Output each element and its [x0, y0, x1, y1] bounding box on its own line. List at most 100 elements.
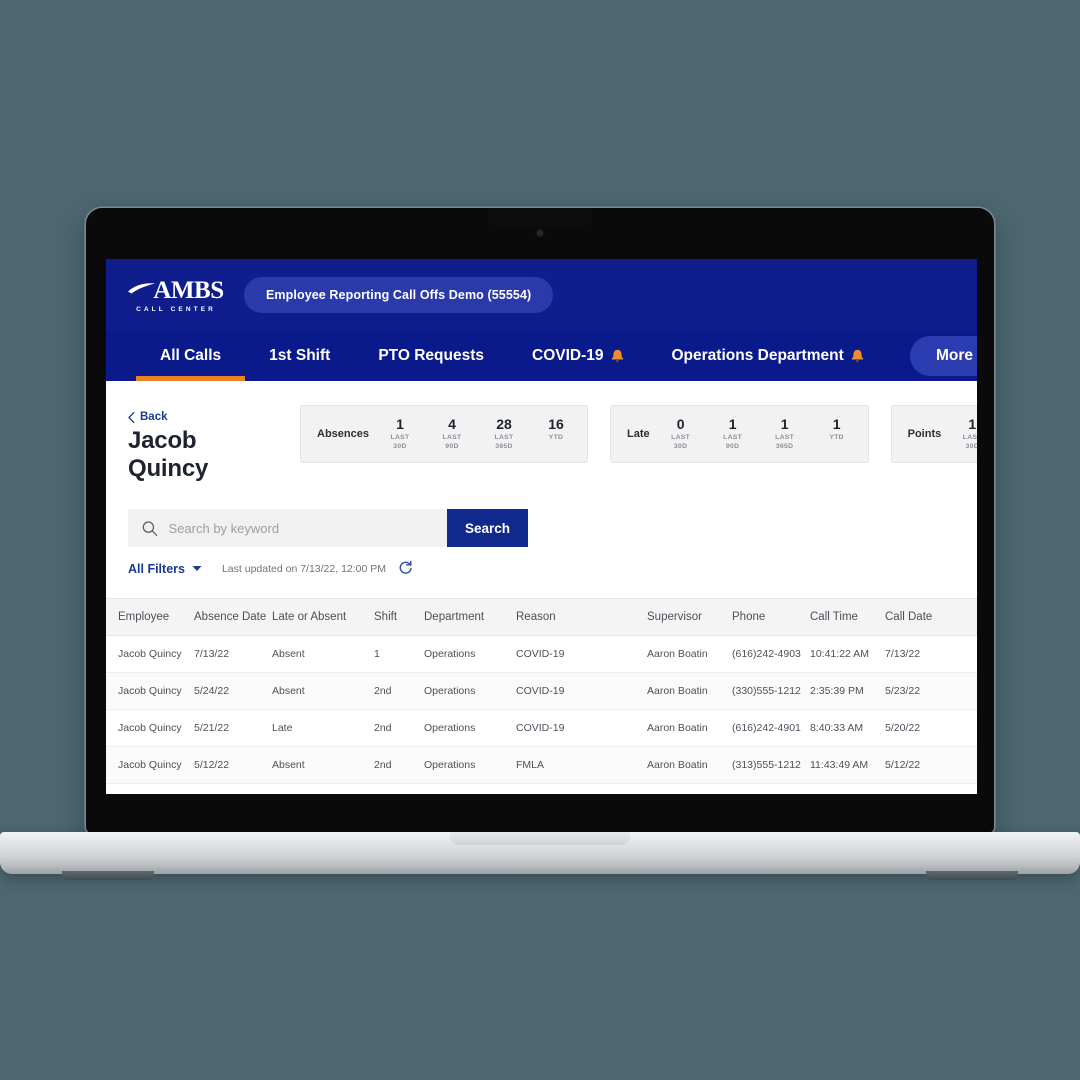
- nav-tab-operations-department[interactable]: Operations Department: [648, 331, 888, 381]
- app-header: AMBS CALL CENTER Employee Reporting Call…: [106, 259, 977, 331]
- cell-call-time: 12:34:20 PM: [810, 783, 885, 794]
- search-field[interactable]: [128, 509, 447, 547]
- search-input[interactable]: [168, 520, 447, 536]
- last-updated-text: Last updated on 7/13/22, 12:00 PM: [221, 562, 387, 575]
- column-header-department[interactable]: Department: [424, 598, 516, 636]
- cell-call-date: 5/23/22: [885, 672, 977, 710]
- cell-late-or-absent: Late: [272, 709, 374, 747]
- back-label: Back: [140, 411, 168, 423]
- table-header-row: Employee Absence Date Late or Absent Shi…: [106, 598, 977, 636]
- stat-metric-period: LAST 30D: [962, 434, 977, 450]
- column-header-late-or-absent[interactable]: Late or Absent: [272, 598, 374, 636]
- nav-tab-1st-shift[interactable]: 1st Shift: [245, 331, 354, 381]
- nav-tab-all-calls[interactable]: All Calls: [136, 331, 246, 381]
- cell-phone: (503)555-1212: [732, 783, 810, 794]
- nav-more-button[interactable]: More: [909, 336, 977, 376]
- stat-metric: 1 LAST 30D: [957, 416, 977, 451]
- column-header-phone[interactable]: Phone: [732, 598, 810, 636]
- cell-reason: COVID-19: [516, 672, 647, 710]
- cell-supervisor: Aaron Boatin: [647, 672, 732, 710]
- stat-metric: 0 LAST 30D: [666, 415, 696, 451]
- filters-row: All Filters Last updated on 7/13/22, 12:…: [128, 561, 977, 576]
- cell-department: Operations: [424, 746, 516, 784]
- stat-card-label: Late: [626, 428, 650, 440]
- cell-call-date: 7/13/22: [885, 635, 977, 673]
- table-row[interactable]: Jacob Quincy 5/24/22 Absent 2nd Operatio…: [106, 672, 977, 710]
- cell-shift: 2nd: [374, 783, 424, 794]
- webcam-icon: [537, 230, 543, 236]
- nav-tab-covid-19[interactable]: COVID-19: [508, 331, 648, 381]
- column-header-absence-date[interactable]: Absence Date: [194, 598, 272, 636]
- wing-swoosh-icon: [128, 283, 156, 294]
- column-header-call-time[interactable]: Call Time: [810, 598, 885, 636]
- stat-metric-value: 16: [548, 415, 564, 432]
- stat-metric-period: LAST 365D: [775, 434, 795, 450]
- stat-metric: 1 LAST 365D: [770, 415, 800, 451]
- brand-tagline: CALL CENTER: [136, 305, 216, 313]
- nav-tab-label: COVID-19: [532, 347, 604, 364]
- cell-department: Operations: [424, 672, 516, 710]
- stat-card-late[interactable]: Late 0 LAST 30D 1 LAST 90D 1 LAST 365D 1…: [609, 405, 869, 463]
- brand-wordmark: AMBS: [153, 276, 224, 304]
- stat-card-label: Absences: [317, 428, 369, 440]
- cell-call-time: 10:41:22 AM: [810, 635, 885, 673]
- cell-absence-date: 5/24/22: [194, 672, 272, 710]
- stat-metric: 1 LAST 90D: [718, 416, 748, 451]
- laptop-base-notch: [450, 832, 630, 845]
- cell-reason: COVID-19: [516, 783, 647, 794]
- cell-late-or-absent: Absent: [272, 783, 374, 794]
- stat-metric-period: LAST 30D: [671, 434, 691, 450]
- stat-metric: 1 YTD: [822, 416, 852, 451]
- cell-shift: 2nd: [374, 746, 424, 784]
- cell-reason: FMLA: [516, 746, 647, 784]
- column-header-supervisor[interactable]: Supervisor: [647, 598, 732, 636]
- cell-call-time: 11:43:49 AM: [810, 746, 885, 784]
- stat-card-absences[interactable]: Absences 1 LAST 30D 4 LAST 90D 28 LAST 3: [300, 405, 588, 463]
- chevron-down-icon: [192, 566, 202, 571]
- column-header-shift[interactable]: Shift: [374, 598, 424, 636]
- cell-absence-date: 5/12/22: [194, 746, 272, 784]
- cell-department: Operations: [424, 709, 516, 747]
- cell-phone: (616)242-4903: [732, 635, 810, 673]
- table-row[interactable]: Jacob Quincy 4/29/22 Absent 2nd Operatio…: [106, 783, 977, 794]
- stat-metric-value: 28: [496, 415, 512, 432]
- stat-metric: 28 LAST 365D: [489, 415, 519, 451]
- ambs-logo[interactable]: AMBS CALL CENTER: [126, 278, 226, 313]
- table-row[interactable]: Jacob Quincy 5/12/22 Absent 2nd Operatio…: [106, 746, 977, 784]
- search-button[interactable]: Search: [447, 509, 528, 547]
- chevron-left-icon: [128, 411, 135, 423]
- stat-metric-period: YTD: [548, 434, 564, 442]
- app-viewport: AMBS CALL CENTER Employee Reporting Call…: [106, 259, 977, 794]
- nav-tab-label: Operations Department: [671, 347, 844, 364]
- stat-card-points[interactable]: Points 1 LAST 30D 4.5 LAST 90D 28 LAST 3: [890, 405, 977, 463]
- column-header-reason[interactable]: Reason: [516, 598, 647, 636]
- cell-supervisor: Aaron Boatin: [647, 635, 732, 673]
- all-filters-dropdown[interactable]: All Filters: [128, 562, 202, 576]
- search-icon: [142, 520, 158, 536]
- column-header-call-date[interactable]: Call Date: [885, 598, 977, 636]
- cell-absence-date: 5/21/22: [194, 709, 272, 747]
- back-link[interactable]: Back: [128, 411, 278, 423]
- table-row[interactable]: Jacob Quincy 5/21/22 Late 2nd Operations…: [106, 709, 977, 747]
- laptop-notch: [488, 208, 592, 226]
- cell-call-date: 4/29/22: [885, 783, 977, 794]
- cell-employee: Jacob Quincy: [106, 783, 194, 794]
- cell-employee: Jacob Quincy: [106, 635, 194, 673]
- stat-metric: 1 LAST 30D: [385, 416, 415, 451]
- account-chip[interactable]: Employee Reporting Call Offs Demo (55554…: [244, 277, 554, 313]
- stat-metric: 16 YTD: [541, 415, 571, 451]
- search-row: Search: [128, 509, 528, 547]
- table-row[interactable]: Jacob Quincy 7/13/22 Absent 1 Operations…: [106, 635, 977, 673]
- refresh-icon[interactable]: [398, 561, 413, 576]
- nav-tab-label: All Calls: [160, 347, 222, 364]
- stat-metric-value: 0: [676, 415, 685, 432]
- cell-shift: 1: [374, 635, 424, 673]
- stat-metric-period: LAST 90D: [723, 434, 743, 450]
- column-header-employee[interactable]: Employee: [106, 598, 194, 636]
- all-filters-label: All Filters: [128, 561, 185, 576]
- laptop-mockup: AMBS CALL CENTER Employee Reporting Call…: [0, 0, 1080, 1080]
- nav-tab-pto-requests[interactable]: PTO Requests: [354, 331, 508, 381]
- stat-metric-value: 1: [780, 415, 789, 432]
- cell-phone: (313)555-1212: [732, 746, 810, 784]
- laptop-foot-left: [62, 871, 154, 880]
